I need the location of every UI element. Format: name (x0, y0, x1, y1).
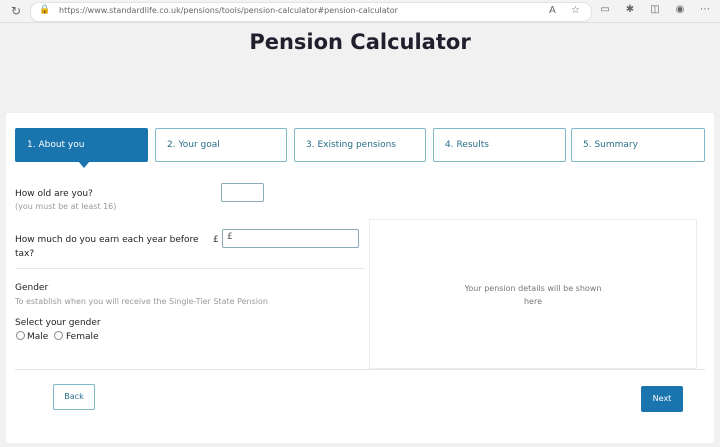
earnings-label-line1: How much do you earn each year before (15, 235, 199, 245)
gender-select-label: Select your gender (15, 318, 101, 328)
gender-title: Gender (15, 283, 49, 293)
address-bar-url: https://www.standardlife.co.uk/pensions/… (59, 6, 398, 15)
tab-label: 2. Your goal (167, 140, 220, 150)
extensions-icon[interactable]: ✱ (623, 3, 637, 17)
tab-results[interactable]: 4. Results (433, 128, 566, 162)
tab-summary[interactable]: 5. Summary (571, 128, 705, 162)
section-divider (15, 268, 365, 269)
currency-symbol: £ (213, 235, 219, 245)
age-label: How old are you? (15, 189, 93, 199)
radio-male[interactable] (16, 331, 25, 340)
radio-female-label[interactable]: Female (66, 332, 99, 342)
profile-icon[interactable]: ◉ (673, 3, 687, 17)
age-input[interactable] (221, 183, 264, 202)
page-title: Pension Calculator (249, 30, 471, 54)
earnings-label-line2: tax? (15, 249, 35, 259)
favorite-icon[interactable]: ☆ (571, 5, 580, 16)
tab-label: 5. Summary (583, 140, 638, 150)
address-bar[interactable]: 🔒 https://www.standardlife.co.uk/pension… (30, 2, 592, 22)
lock-icon[interactable]: 🔒 (39, 5, 50, 15)
next-button[interactable]: Next (641, 386, 683, 412)
results-placeholder: Your pension details will be shown here (370, 282, 696, 308)
age-hint: (you must be at least 16) (15, 202, 117, 211)
tab-icon[interactable]: ▭ (598, 3, 612, 17)
radio-female[interactable] (54, 331, 63, 340)
footer-divider (15, 369, 705, 370)
results-panel: Your pension details will be shown here (369, 219, 697, 369)
radio-male-label[interactable]: Male (27, 332, 48, 342)
earnings-input[interactable]: £ (222, 229, 359, 248)
browser-toolbar: ↻ 🔒 https://www.standardlife.co.uk/pensi… (0, 0, 720, 23)
calculator-card: 1. About you 2. Your goal 3. Existing pe… (6, 113, 714, 443)
tab-label: 3. Existing pensions (306, 140, 396, 150)
results-placeholder-line1: Your pension details will be shown (464, 284, 602, 293)
collections-icon[interactable]: ◫ (648, 3, 662, 17)
reload-icon[interactable]: ↻ (8, 3, 24, 19)
tab-your-goal[interactable]: 2. Your goal (155, 128, 287, 162)
read-aloud-icon[interactable]: A (549, 5, 556, 16)
more-icon[interactable]: ⋯ (698, 3, 712, 17)
browser-actions: ▭ ✱ ◫ ◉ ⋯ (598, 3, 712, 17)
results-placeholder-line2: here (523, 297, 543, 306)
tab-label: 4. Results (445, 140, 489, 150)
tab-label: 1. About you (27, 140, 85, 150)
tab-existing-pensions[interactable]: 3. Existing pensions (294, 128, 426, 162)
tab-about-you[interactable]: 1. About you (15, 128, 148, 168)
back-button[interactable]: Back (53, 384, 95, 410)
gender-hint: To establish when you will receive the S… (15, 297, 268, 306)
